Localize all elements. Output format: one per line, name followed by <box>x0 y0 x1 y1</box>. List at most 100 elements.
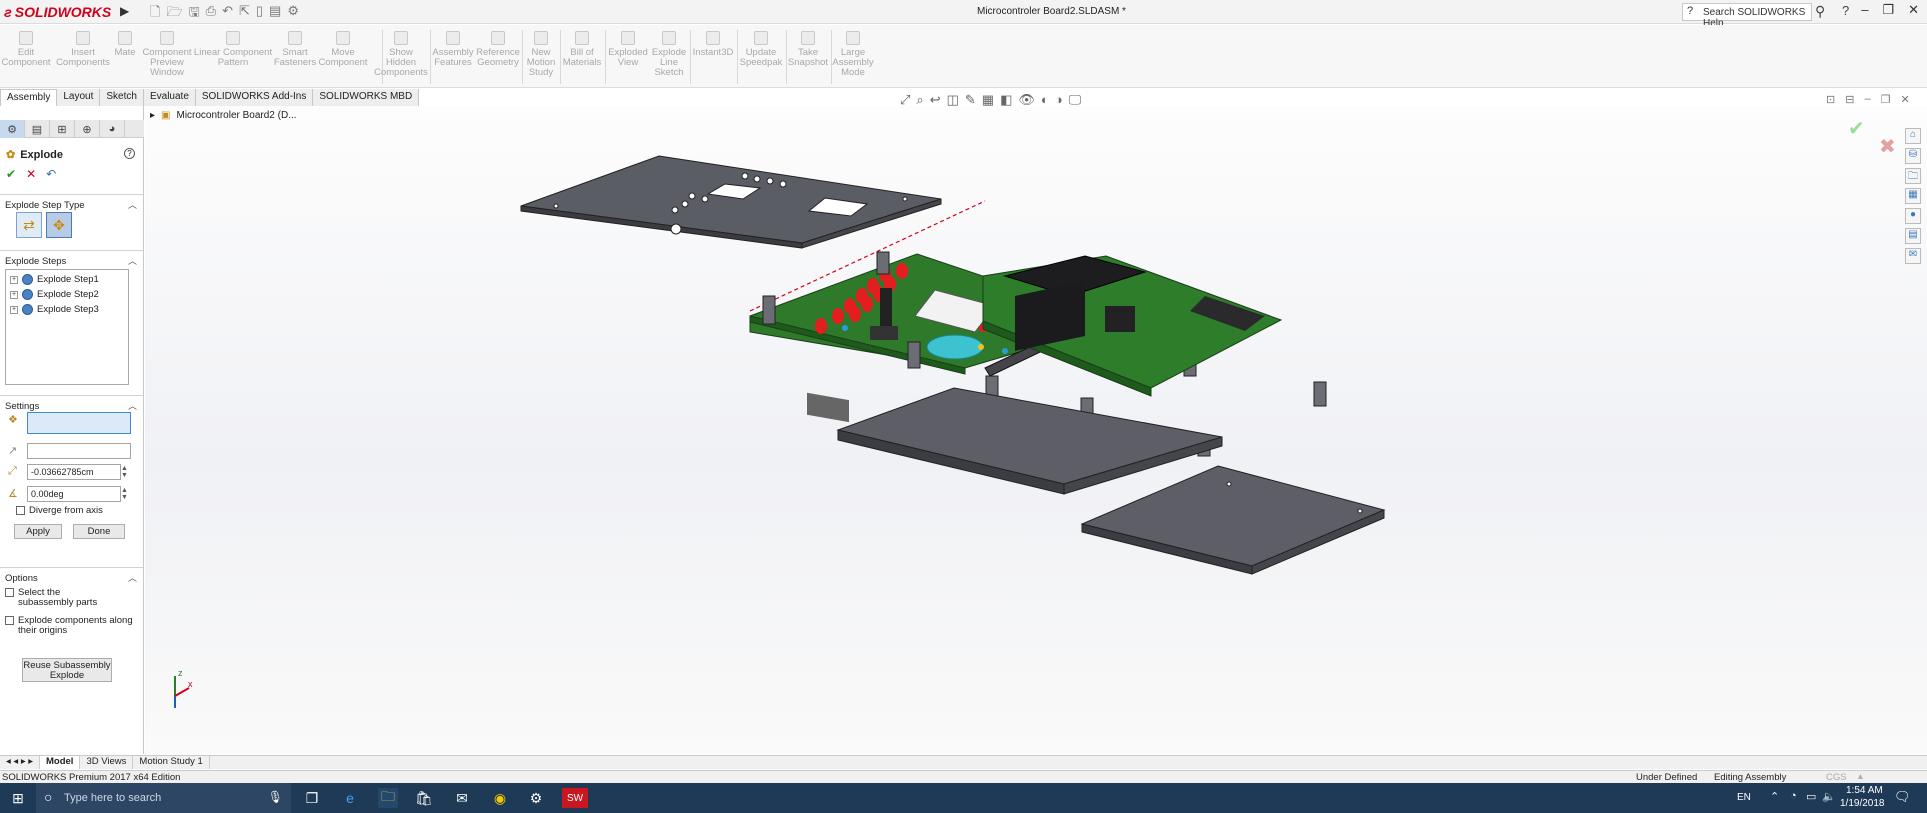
file-explorer-icon[interactable]: 🗀 <box>1905 168 1921 184</box>
bill-of-materials-button[interactable]: Bill of Materials <box>563 27 601 68</box>
view-settings-icon[interactable]: 🖵 <box>1069 92 1082 108</box>
regular-step-button[interactable]: ⇄ <box>16 212 42 238</box>
tray-expand-icon[interactable]: ⌃ <box>1770 790 1779 803</box>
top-cover-plate[interactable] <box>520 155 942 249</box>
tile-left-icon[interactable]: ⊡ <box>1826 93 1835 106</box>
explode-line-sketch-button[interactable]: Explode Line Sketch <box>652 27 686 78</box>
show-hidden-components-button[interactable]: Show Hidden Components <box>374 27 428 78</box>
chrome-icon[interactable]: ◉ <box>490 788 510 808</box>
volume-icon[interactable]: 🔈 <box>1822 790 1836 803</box>
design-library-icon[interactable]: ⛁ <box>1905 148 1921 164</box>
tab-addins[interactable]: SOLIDWORKS Add-Ins <box>195 89 314 106</box>
component-preview-window-button[interactable]: Component Preview Window <box>142 27 192 78</box>
undo-icon[interactable]: ↶ <box>222 3 233 25</box>
cancel-x-icon[interactable]: ✕ <box>26 167 36 181</box>
secondary-pcb-board[interactable] <box>982 255 1283 397</box>
appearances-icon[interactable]: ● <box>1905 208 1921 224</box>
rebuild-icon[interactable]: ▯ <box>256 3 263 25</box>
print-icon[interactable]: ⎙ <box>206 3 216 25</box>
custom-properties-icon[interactable]: ▤ <box>1905 228 1921 244</box>
reuse-subassembly-explode-button[interactable]: Reuse Subassembly Explode <box>22 658 112 682</box>
previous-view-icon[interactable]: ↩ <box>930 92 941 108</box>
dimxpert-manager-tab-icon[interactable]: ⊕ <box>75 120 100 138</box>
section-view-icon[interactable]: ◫ <box>947 92 959 108</box>
feature-tree-root[interactable]: ▸ ▣ Microcontroler Board2 (D... <box>150 110 297 121</box>
home-icon[interactable]: ⌂ <box>1905 128 1921 144</box>
edit-component-button[interactable]: Edit Component <box>1 27 51 68</box>
network-icon[interactable]: ▭ <box>1806 790 1816 803</box>
linear-component-pattern-button[interactable]: Linear Component Pattern <box>194 27 272 68</box>
tab-sketch[interactable]: Sketch <box>100 89 144 106</box>
explode-along-origins-checkbox[interactable]: Explode components along their origins <box>5 616 135 636</box>
radial-step-button[interactable]: ✥ <box>46 212 72 238</box>
distance-spinner-icon[interactable]: ▲ ▼ <box>121 465 128 479</box>
minimize-icon[interactable]: – <box>1861 2 1868 18</box>
options-gear-icon[interactable]: ⚙ <box>287 3 299 25</box>
tab-mbd[interactable]: SOLIDWORKS MBD <box>313 89 420 106</box>
checkbox-box[interactable] <box>16 506 25 515</box>
smart-fasteners-button[interactable]: Smart Fasteners <box>274 27 316 68</box>
bottom-plate[interactable] <box>1080 465 1386 575</box>
take-snapshot-button[interactable]: Take Snapshot <box>788 27 828 68</box>
help-icon[interactable]: ? <box>124 148 135 159</box>
hide-show-items-icon[interactable]: 👁 <box>1018 92 1035 108</box>
list-item[interactable]: + Explode Step2 <box>10 289 99 300</box>
tab-evaluate[interactable]: Evaluate <box>143 89 196 106</box>
options-header[interactable]: Options ︿ <box>0 567 143 584</box>
units-selector[interactable]: CGS <box>1826 772 1847 783</box>
expand-icon[interactable]: + <box>10 305 18 314</box>
explode-components-selection[interactable] <box>27 412 131 434</box>
assembly-features-button[interactable]: Assembly Features <box>432 27 474 68</box>
solidworks-logo[interactable]: ƨ SOLIDWORKS <box>4 2 116 22</box>
vp-minimize-icon[interactable]: – <box>1864 93 1870 106</box>
view-orientation-icon[interactable]: ▦ <box>982 92 994 108</box>
microphone-icon[interactable]: 🎙 <box>268 790 283 804</box>
units-dropdown-icon[interactable]: ▴ <box>1858 771 1863 782</box>
expand-icon[interactable]: + <box>10 290 18 299</box>
restore-icon[interactable]: ❐ <box>1882 2 1894 18</box>
zoom-to-fit-icon[interactable]: ⤢ <box>900 92 910 108</box>
mate-button[interactable]: Mate <box>114 27 136 58</box>
open-document-icon[interactable]: 🗁 <box>166 3 182 25</box>
view-palette-icon[interactable]: ▦ <box>1905 188 1921 204</box>
select-subassembly-checkbox[interactable]: Select the subassembly parts <box>5 588 115 608</box>
select-icon[interactable]: ⇱ <box>239 3 250 25</box>
tile-right-icon[interactable]: ⊟ <box>1845 93 1854 106</box>
instant3d-button[interactable]: Instant3D <box>693 27 733 58</box>
language-indicator[interactable]: EN <box>1737 792 1751 803</box>
tab-model[interactable]: Model <box>40 756 81 769</box>
notifications-icon[interactable]: 🗨 <box>1894 789 1911 805</box>
base-plate[interactable] <box>836 387 1223 495</box>
expand-icon[interactable]: + <box>10 275 18 284</box>
checkbox-box[interactable] <box>5 588 14 597</box>
update-speedpak-button[interactable]: Update Speedpak <box>740 27 782 68</box>
explode-steps-header[interactable]: Explode Steps ︿ <box>0 250 143 267</box>
tray-app-icon[interactable]: ◔ <box>1790 790 1797 802</box>
display-style-icon[interactable]: ◧ <box>1000 92 1012 108</box>
feature-manager-tab-icon[interactable]: ⚙ <box>0 120 25 138</box>
undo-icon[interactable]: ↶ <box>46 167 56 181</box>
solidworks-taskbar-icon[interactable]: SW <box>562 788 588 808</box>
reference-geometry-button[interactable]: Reference Geometry <box>476 27 520 68</box>
diverge-checkbox[interactable]: Diverge from axis <box>16 506 103 516</box>
apply-button[interactable]: Apply <box>14 524 62 539</box>
vp-restore-icon[interactable]: ❐ <box>1881 93 1891 106</box>
help-search-input[interactable]: ? Search SOLIDWORKS Help <box>1682 3 1812 29</box>
exploded-view-button[interactable]: Exploded View <box>608 27 648 68</box>
store-icon[interactable]: 🛍 <box>414 788 434 808</box>
tab-assembly[interactable]: Assembly <box>0 89 58 106</box>
edge-browser-icon[interactable]: e <box>340 788 360 808</box>
distance-field[interactable]: -0.03662785cm <box>27 464 121 480</box>
taskbar-search-input[interactable]: ○ Type here to search 🎙 <box>36 783 291 813</box>
windows-start-icon[interactable]: ⊞ <box>8 788 28 808</box>
apply-scene-icon[interactable]: ◑ <box>1055 92 1063 108</box>
menu-expand-arrow[interactable]: ▶ <box>120 4 129 18</box>
angle-field[interactable]: 0.00deg <box>27 486 121 502</box>
list-item[interactable]: + Explode Step1 <box>10 274 99 285</box>
steam-icon[interactable]: ⚙ <box>526 788 546 808</box>
task-view-icon[interactable]: ❐ <box>302 788 322 808</box>
angle-spinner-icon[interactable]: ▲ ▼ <box>121 487 128 501</box>
save-icon[interactable]: 🖫 <box>189 3 200 25</box>
direction-selection-field[interactable] <box>27 443 131 459</box>
vp-close-icon[interactable]: ✕ <box>1900 93 1909 106</box>
